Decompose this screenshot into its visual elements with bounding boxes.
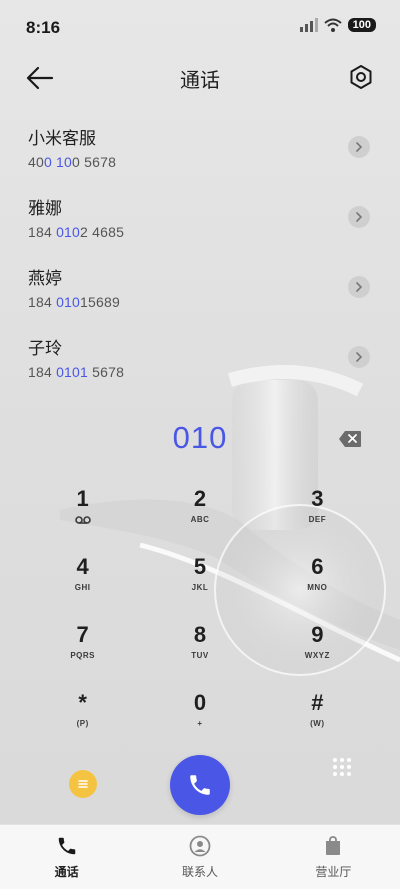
key-1[interactable]: 1 (24, 484, 141, 552)
wifi-icon (323, 18, 342, 32)
contact-name: 燕婷 (28, 269, 62, 289)
contacts-icon (189, 835, 211, 857)
contact-detail-button[interactable] (348, 206, 370, 228)
key-digit: 2 (193, 486, 207, 511)
contact-detail-button[interactable] (348, 346, 370, 368)
key-letters: MNO (307, 583, 328, 592)
tab-business-hall[interactable]: 营业厅 (267, 825, 400, 889)
key-4[interactable]: 4 GHI (24, 552, 141, 620)
signal-icon (299, 18, 318, 32)
bottom-navigation: 通话 联系人 营业厅 (0, 824, 400, 889)
key-2[interactable]: 2 ABC (141, 484, 258, 552)
key-digit: * (78, 690, 87, 715)
chevron-right-icon (356, 142, 363, 152)
key-5[interactable]: 5 JKL (141, 552, 258, 620)
tab-label: 通话 (54, 865, 79, 879)
contact-number: 400 100 5678 (28, 154, 117, 170)
contact-name: 小米客服 (28, 129, 96, 149)
status-bar: 8:16 100 (0, 0, 400, 56)
key-6[interactable]: 6 MNO (259, 552, 376, 620)
chevron-right-icon (356, 282, 363, 292)
key-hash[interactable]: # (W) (259, 688, 376, 756)
phone-icon (190, 775, 210, 795)
backspace-icon[interactable] (338, 430, 362, 448)
tab-label: 联系人 (181, 865, 218, 879)
contact-number: 184 0101 5678 (28, 364, 125, 380)
key-letters: GHI (74, 583, 91, 592)
key-digit: # (311, 690, 324, 715)
key-letters: ABC (190, 515, 210, 524)
status-icons: 100 (299, 18, 376, 32)
key-digit: 3 (311, 486, 324, 511)
tab-calls[interactable]: 通话 (0, 825, 133, 889)
call-button[interactable] (170, 755, 230, 815)
tab-contacts[interactable]: 联系人 (133, 825, 266, 889)
phone-icon (58, 837, 75, 855)
status-time: 8:16 (26, 18, 61, 37)
key-letters: (P) (76, 719, 89, 728)
key-letters: (W) (310, 719, 325, 728)
contact-suggestion-list: 小米客服 400 100 5678 雅娜 184 0102 4685 燕婷 18… (0, 118, 400, 398)
match-highlight: 010 (56, 224, 81, 240)
contact-number: 184 0102 4685 (28, 224, 125, 240)
chevron-right-icon (356, 212, 363, 222)
contact-item[interactable]: 燕婷 184 01015689 (0, 258, 400, 328)
dialer-actions (0, 755, 400, 817)
header: 通话 (0, 58, 400, 98)
key-3[interactable]: 3 DEF (259, 484, 376, 552)
key-7[interactable]: 7 PQRS (24, 620, 141, 688)
contact-name: 雅娜 (28, 199, 62, 219)
key-9[interactable]: 9 WXYZ (259, 620, 376, 688)
contact-detail-button[interactable] (348, 136, 370, 158)
shopping-bag-icon (326, 836, 341, 855)
match-highlight: 010 (56, 294, 81, 310)
key-digit: 9 (311, 622, 324, 647)
key-star[interactable]: * (P) (24, 688, 141, 756)
key-letters: PQRS (70, 651, 95, 660)
key-digit: 7 (76, 622, 89, 647)
contact-number: 184 01015689 (28, 294, 120, 310)
settings-icon[interactable] (348, 64, 374, 90)
key-0[interactable]: 0 + (141, 688, 258, 756)
chevron-right-icon (356, 352, 363, 362)
key-digit: 4 (76, 554, 89, 579)
key-letters: + (197, 719, 203, 728)
menu-icon (78, 780, 88, 788)
key-digit: 8 (193, 622, 207, 647)
menu-button[interactable] (69, 770, 97, 798)
key-digit: 0 (193, 690, 207, 715)
key-letters: TUV (191, 651, 209, 660)
page-title: 通话 (180, 68, 220, 92)
key-digit: 6 (311, 554, 324, 579)
contact-item[interactable]: 小米客服 400 100 5678 (0, 118, 400, 188)
contact-item[interactable]: 子玲 184 0101 5678 (0, 328, 400, 398)
key-8[interactable]: 8 TUV (141, 620, 258, 688)
key-digit: 1 (76, 486, 89, 511)
key-letters: WXYZ (304, 651, 330, 660)
key-letters: DEF (308, 515, 327, 524)
contact-name: 子玲 (28, 339, 62, 359)
key-digit: 5 (193, 554, 207, 579)
voicemail-icon (74, 516, 91, 524)
key-letters: JKL (191, 583, 209, 592)
match-highlight: 0 10 (43, 154, 73, 170)
dial-keypad: 1 2 ABC 3 DEF 4 GHI 5 JKL 6 MNO 7 PQRS 8… (24, 484, 376, 756)
keypad-toggle-icon[interactable] (332, 757, 352, 781)
contact-detail-button[interactable] (348, 276, 370, 298)
contact-item[interactable]: 雅娜 184 0102 4685 (0, 188, 400, 258)
tab-label: 营业厅 (315, 865, 352, 879)
match-highlight: 0101 (56, 364, 89, 380)
battery-indicator: 100 (347, 18, 376, 32)
